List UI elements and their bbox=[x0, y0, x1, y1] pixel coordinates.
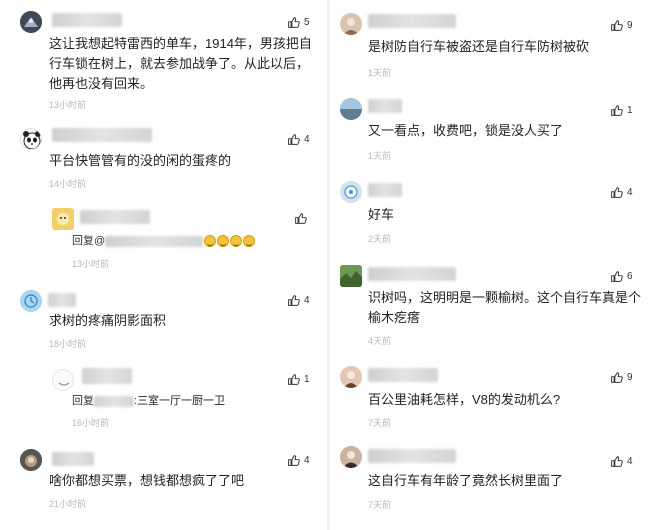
like-count: 9 bbox=[627, 20, 633, 31]
like-count: 5 bbox=[304, 17, 310, 28]
thumbs-up-icon bbox=[611, 372, 623, 383]
thumbs-up-icon bbox=[611, 105, 623, 116]
thumbs-up-icon bbox=[611, 456, 623, 467]
avatar[interactable] bbox=[340, 181, 362, 203]
like-count: 4 bbox=[304, 295, 310, 306]
comment-text: 又一看点，收费吧，锁是没人买了 bbox=[368, 123, 564, 138]
comment-text: 识树吗，这明明是一颗榆树。这个自行车真是个榆木疙瘩 bbox=[368, 290, 642, 325]
like-count: 9 bbox=[627, 372, 633, 383]
reply-prefix: 回复 bbox=[72, 395, 94, 407]
like-button[interactable]: 5 bbox=[287, 16, 310, 29]
avatar[interactable] bbox=[52, 369, 74, 391]
laughing-emoji-icon bbox=[243, 235, 256, 248]
laughing-emoji-icon bbox=[204, 235, 217, 248]
username-blurred[interactable] bbox=[368, 183, 402, 197]
username-blurred[interactable] bbox=[80, 210, 150, 224]
thumbs-up-icon bbox=[288, 455, 300, 466]
username-blurred[interactable] bbox=[368, 267, 456, 281]
laughing-emoji-icon bbox=[230, 235, 243, 248]
like-count: 1 bbox=[304, 374, 310, 385]
like-button[interactable]: 1 bbox=[287, 373, 310, 386]
comment-text: 百公里油耗怎样，V8的发动机么? bbox=[368, 392, 561, 407]
thumbs-up-icon bbox=[288, 17, 300, 28]
reply-body: 三室一厅一厨一卫 bbox=[137, 395, 226, 407]
comment-time: 2天前 bbox=[368, 234, 392, 244]
avatar[interactable] bbox=[20, 290, 42, 312]
username-blurred[interactable] bbox=[52, 452, 94, 466]
like-count: 4 bbox=[304, 134, 310, 145]
reply-text: 回复:三室一厅一厨一卫 bbox=[72, 395, 226, 407]
username-blurred[interactable] bbox=[368, 449, 456, 463]
avatar[interactable] bbox=[20, 128, 42, 150]
comment-time: 16小时前 bbox=[72, 418, 110, 428]
username-blurred[interactable] bbox=[52, 128, 152, 142]
like-button[interactable]: 1 bbox=[610, 104, 633, 117]
comment-time: 13小时前 bbox=[49, 100, 87, 110]
comment-time: 1天前 bbox=[368, 68, 392, 78]
like-button[interactable]: 4 bbox=[287, 294, 310, 307]
like-button[interactable]: 9 bbox=[610, 19, 633, 32]
avatar[interactable] bbox=[20, 11, 42, 33]
like-button[interactable]: 9 bbox=[610, 371, 633, 384]
username-blurred[interactable] bbox=[82, 368, 132, 384]
thumbs-up-icon bbox=[611, 187, 623, 198]
like-button[interactable]: 6 bbox=[610, 270, 633, 283]
mentioned-user-blurred[interactable] bbox=[94, 395, 134, 407]
thumbs-up-icon bbox=[295, 213, 307, 224]
avatar[interactable] bbox=[340, 366, 362, 388]
avatar[interactable] bbox=[340, 446, 362, 468]
avatar[interactable] bbox=[52, 208, 74, 230]
username-blurred[interactable] bbox=[52, 13, 122, 27]
comment-text: 求树的疼痛阴影面积 bbox=[49, 313, 167, 328]
like-button[interactable] bbox=[294, 212, 307, 225]
comment-time: 18小时前 bbox=[49, 339, 87, 349]
username-blurred[interactable] bbox=[368, 368, 438, 382]
comment-text: 这让我想起特雷西的单车，1914年，男孩把自行车锁在树上，就去参加战争了。从此以… bbox=[49, 36, 312, 91]
comment-text: 平台快管管有的没的闲的蛋疼的 bbox=[49, 153, 232, 168]
mentioned-user-blurred[interactable] bbox=[105, 235, 204, 247]
comment-text: 这自行车有年龄了竟然长树里面了 bbox=[368, 473, 564, 488]
comment-time: 7天前 bbox=[368, 500, 392, 510]
comment-text: 是树防自行车被盗还是自行车防树被砍 bbox=[368, 39, 590, 54]
username-blurred[interactable] bbox=[368, 99, 402, 113]
thumbs-up-icon bbox=[611, 271, 623, 282]
comment-time: 4天前 bbox=[368, 336, 392, 346]
username-blurred[interactable] bbox=[48, 293, 76, 307]
column-divider bbox=[327, 0, 330, 530]
like-count: 4 bbox=[304, 455, 310, 466]
laughing-emoji-icon bbox=[217, 235, 230, 248]
like-count: 4 bbox=[627, 187, 633, 198]
reply-prefix: 回复@ bbox=[72, 235, 106, 247]
comment-time: 1天前 bbox=[368, 151, 392, 161]
thumbs-up-icon bbox=[288, 374, 300, 385]
comment-text: 啥你都想买票，想钱都想疯了了吧 bbox=[49, 473, 245, 488]
like-count: 6 bbox=[627, 271, 633, 282]
thumbs-up-icon bbox=[288, 295, 300, 306]
avatar[interactable] bbox=[340, 265, 362, 287]
thumbs-up-icon bbox=[288, 134, 300, 145]
like-count: 4 bbox=[627, 456, 633, 467]
username-blurred[interactable] bbox=[368, 14, 456, 28]
left-comment-column: 5 这让我想起特雷西的单车，1914年，男孩把自行车锁在树上，就去参加战争了。从… bbox=[0, 0, 325, 530]
avatar[interactable] bbox=[340, 98, 362, 120]
right-comment-column: 9 是树防自行车被盗还是自行车防树被砍 1天前 1 又一看点，收费吧，锁是没人买… bbox=[332, 0, 650, 530]
comment-time: 14小时前 bbox=[49, 179, 87, 189]
avatar[interactable] bbox=[20, 449, 42, 471]
reply-text: 回复@ bbox=[72, 231, 256, 251]
comment-time: 7天前 bbox=[368, 418, 392, 428]
like-count: 1 bbox=[627, 105, 633, 116]
comment-text: 好车 bbox=[368, 207, 395, 222]
like-button[interactable]: 4 bbox=[287, 133, 310, 146]
like-button[interactable]: 4 bbox=[610, 455, 633, 468]
like-button[interactable]: 4 bbox=[287, 454, 310, 467]
thumbs-up-icon bbox=[611, 20, 623, 31]
comment-time: 21小时前 bbox=[49, 499, 87, 509]
like-button[interactable]: 4 bbox=[610, 186, 633, 199]
comment-time: 13小时前 bbox=[72, 259, 110, 269]
avatar[interactable] bbox=[340, 13, 362, 35]
